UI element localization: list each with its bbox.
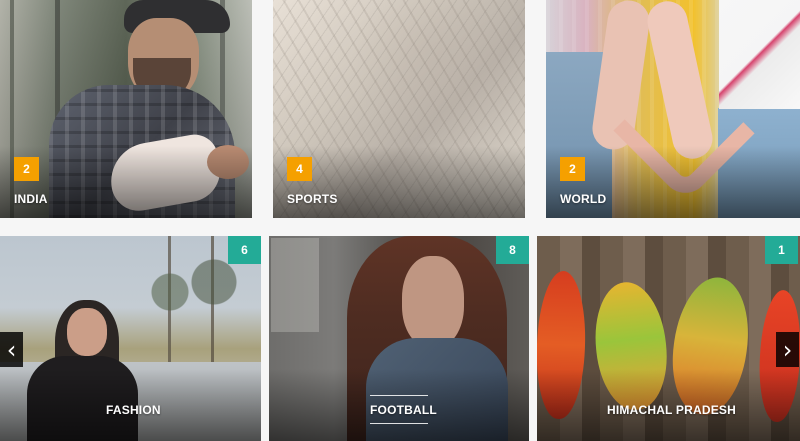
category-label: INDIA [14, 192, 48, 206]
post-count-badge: 1 [765, 236, 798, 264]
previous-arrow-button[interactable]: ‹ [0, 332, 23, 367]
label-top-line [370, 395, 428, 396]
category-label: SPORTS [287, 192, 338, 206]
post-count-badge: 2 [560, 157, 585, 181]
category-label: HIMACHAL PRADESH [607, 403, 736, 417]
post-count-badge: 8 [496, 236, 529, 264]
chevron-right-icon: › [782, 335, 793, 364]
category-grid: 2 INDIA 4 SPORTS 2 WORLD 6 FASHION 8 FOO… [0, 0, 800, 441]
category-card-fashion[interactable]: 6 FASHION [0, 236, 261, 441]
window-shape [271, 238, 319, 332]
category-card-world[interactable]: 2 WORLD [546, 0, 800, 218]
woman-face [67, 308, 107, 356]
chevron-left-icon: ‹ [6, 335, 17, 364]
active-label-wrap: FOOTBALL [370, 395, 437, 424]
next-arrow-button[interactable]: › [776, 332, 799, 367]
shirt-shape [719, 0, 800, 109]
category-card-himachal-pradesh[interactable]: 1 HIMACHAL PRADESH [537, 236, 800, 441]
category-label: FOOTBALL [370, 403, 437, 417]
label-bottom-line [370, 423, 428, 424]
woman-face [402, 256, 464, 348]
category-label: WORLD [560, 192, 607, 206]
category-card-sports[interactable]: 4 SPORTS [273, 0, 525, 218]
post-count-badge: 6 [228, 236, 261, 264]
category-card-football[interactable]: 8 FOOTBALL [269, 236, 529, 441]
post-count-badge: 4 [287, 157, 312, 181]
category-card-india[interactable]: 2 INDIA [0, 0, 252, 218]
category-label: FASHION [106, 403, 161, 417]
post-count-badge: 2 [14, 157, 39, 181]
